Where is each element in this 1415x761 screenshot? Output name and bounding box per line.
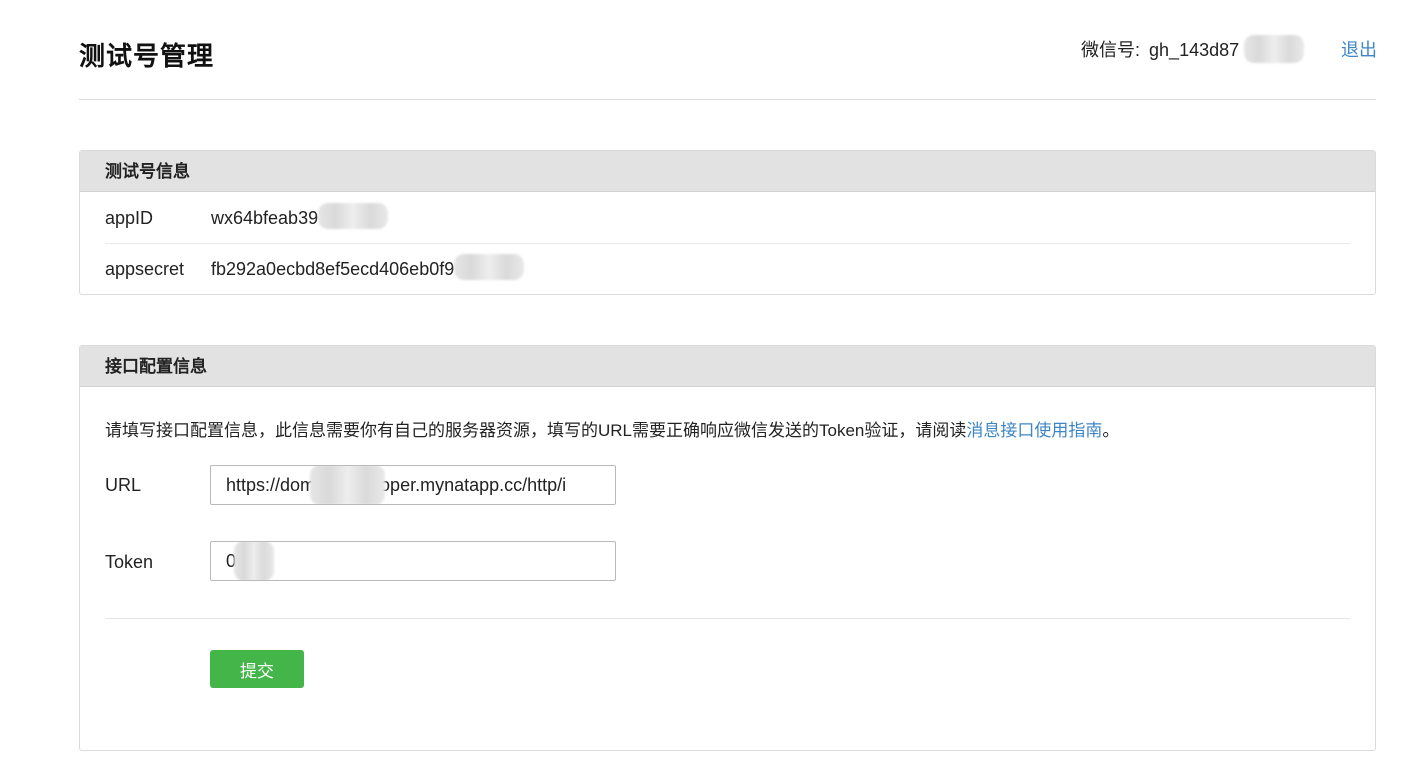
submit-button[interactable]: 提交 xyxy=(210,650,304,688)
guide-link[interactable]: 消息接口使用指南 xyxy=(966,421,1102,440)
account-value: gh_143d87 xyxy=(1149,40,1240,60)
appid-value-wrap: wx64bfeab39 xyxy=(211,203,389,230)
url-value-start: https://dom xyxy=(226,474,316,495)
url-label: URL xyxy=(105,475,142,495)
interface-config-panel: 接口配置信息 请填写接口配置信息，此信息需要你有自己的服务器资源，填写的URL需… xyxy=(79,345,1376,751)
appid-label: appID xyxy=(105,208,154,228)
info-row-appsecret: appsecret fb292a0ecbd8ef5ecd406eb0f9 xyxy=(105,244,1350,295)
appsecret-value-wrap: fb292a0ecbd8ef5ecd406eb0f9 xyxy=(211,254,525,281)
url-input[interactable]: https://dom oper.mynatapp.cc/http/i xyxy=(210,465,616,505)
info-row-appid: appID wx64bfeab39 xyxy=(105,193,1350,244)
redacted-blur xyxy=(310,466,386,504)
description-end: 。 xyxy=(1102,421,1120,440)
header-divider xyxy=(79,99,1376,100)
panel-title: 测试号信息 xyxy=(80,151,1375,192)
page-title: 测试号管理 xyxy=(79,41,215,71)
form-divider xyxy=(105,618,1350,619)
redacted-blur xyxy=(318,203,389,230)
page: 测试号管理 微信号: gh_143d87 退出 测试号信息 appID wx64… xyxy=(0,0,1415,761)
redacted-blur xyxy=(454,254,525,281)
appid-value: wx64bfeab39 xyxy=(211,208,319,228)
redacted-blur xyxy=(1244,35,1305,64)
account-info: 微信号: gh_143d87 xyxy=(1081,35,1305,64)
logout-link[interactable]: 退出 xyxy=(1341,36,1377,62)
appsecret-value: fb292a0ecbd8ef5ecd406eb0f9 xyxy=(211,259,455,279)
url-value-end: oper.mynatapp.cc/http/i xyxy=(380,474,567,495)
test-account-info-panel: 测试号信息 appID wx64bfeab39 appsecret fb292a… xyxy=(79,150,1376,295)
token-input[interactable]: 0 xyxy=(210,541,616,581)
config-description: 请填写接口配置信息，此信息需要你有自己的服务器资源，填写的URL需要正确响应微信… xyxy=(105,416,1119,441)
description-text: 请填写接口配置信息，此信息需要你有自己的服务器资源，填写的URL需要正确响应微信… xyxy=(105,421,967,440)
appsecret-label: appsecret xyxy=(105,259,185,279)
token-label: Token xyxy=(105,552,154,572)
account-label: 微信号: xyxy=(1081,40,1141,60)
panel-title: 接口配置信息 xyxy=(80,346,1375,387)
redacted-blur xyxy=(234,542,275,580)
